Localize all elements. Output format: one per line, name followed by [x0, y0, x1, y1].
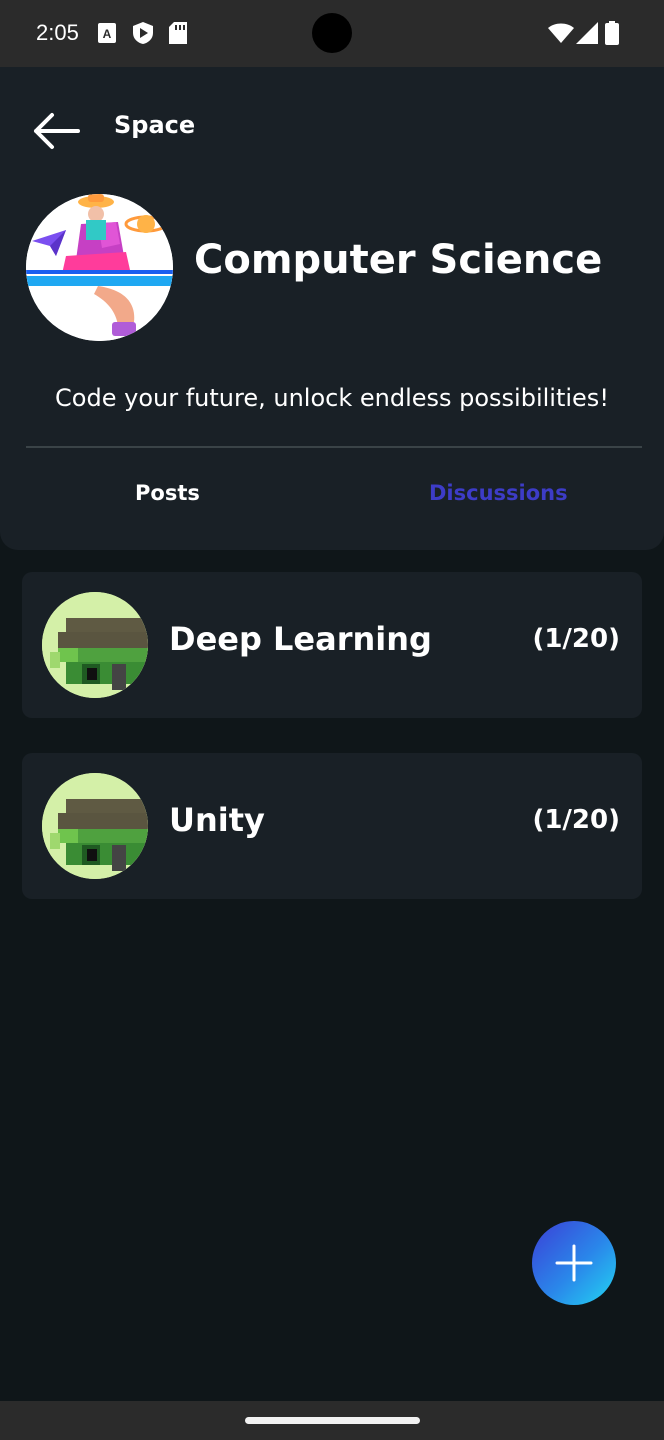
tab-posts[interactable]: Posts: [135, 481, 200, 505]
discussion-count: (1/20): [532, 805, 620, 835]
discussion-avatar: [42, 773, 148, 879]
back-button[interactable]: [30, 111, 84, 151]
space-tagline: Code your future, unlock endless possibi…: [55, 384, 609, 412]
discussion-title: Deep Learning: [169, 620, 432, 658]
add-discussion-button[interactable]: [532, 1221, 616, 1305]
app-screen: 2:05 A Space Computer Science Code your …: [0, 0, 664, 1440]
system-nav-bar: [0, 1401, 664, 1440]
discussion-card-deep-learning[interactable]: Deep Learning (1/20): [22, 572, 642, 718]
a-box-icon: A: [98, 22, 116, 44]
battery-icon: [604, 21, 620, 45]
discussion-count: (1/20): [532, 624, 620, 654]
camera-cutout: [312, 13, 352, 53]
tab-discussions[interactable]: Discussions: [429, 481, 568, 505]
discussion-title: Unity: [169, 801, 265, 839]
wifi-icon: [548, 22, 574, 44]
discussion-card-unity[interactable]: Unity (1/20): [22, 753, 642, 899]
status-bar: 2:05 A: [0, 0, 664, 67]
header-divider: [26, 446, 642, 448]
screen-title: Space: [114, 111, 196, 139]
plus-icon: [555, 1244, 593, 1282]
home-indicator[interactable]: [245, 1417, 420, 1424]
shield-play-icon: [132, 22, 154, 44]
sd-card-icon: [168, 22, 188, 44]
space-avatar: [26, 194, 173, 341]
discussion-avatar: [42, 592, 148, 698]
svg-text:A: A: [103, 27, 112, 41]
space-name: Computer Science: [194, 237, 603, 283]
arrow-left-icon: [34, 113, 80, 149]
signal-icon: [576, 22, 598, 44]
status-time: 2:05: [36, 20, 79, 45]
space-header: Space Computer Science Code your future,…: [0, 67, 664, 550]
